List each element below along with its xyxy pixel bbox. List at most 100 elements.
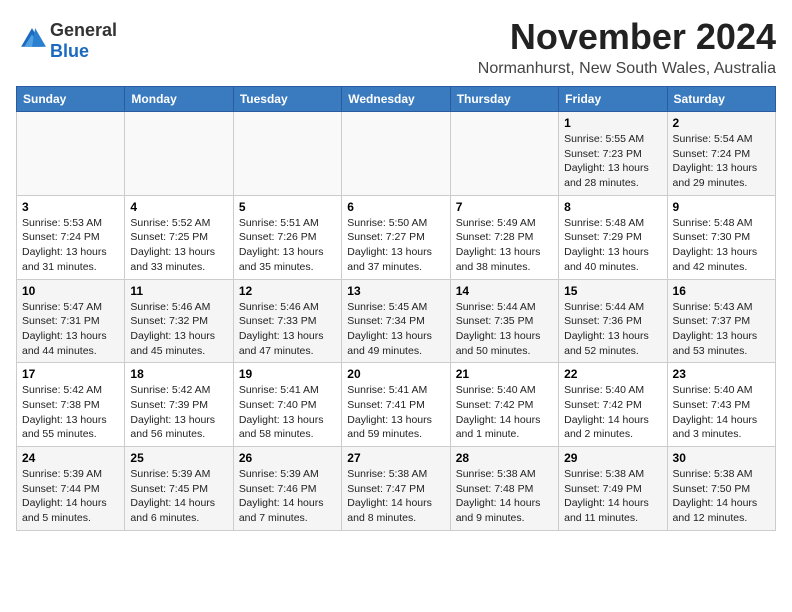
- logo: General Blue: [16, 20, 117, 62]
- day-number: 8: [564, 200, 661, 214]
- location-title: Normanhurst, New South Wales, Australia: [478, 60, 776, 78]
- calendar-day-cell: 22 Sunrise: 5:40 AMSunset: 7:42 PMDayligh…: [559, 363, 667, 447]
- day-info: Sunrise: 5:55 AMSunset: 7:23 PMDaylight:…: [564, 132, 661, 191]
- calendar-day-cell: 11 Sunrise: 5:46 AMSunset: 7:32 PMDayligh…: [125, 279, 233, 363]
- calendar-day-cell: 3Sunrise: 5:53 AMSunset: 7:24 PMDaylight…: [17, 195, 125, 279]
- calendar-day-cell: 28Sunrise: 5:38 AMSunset: 7:48 PMDayligh…: [450, 447, 558, 531]
- calendar-table: SundayMondayTuesdayWednesdayThursdayFrid…: [16, 86, 776, 531]
- calendar-day-cell: 10 Sunrise: 5:47 AMSunset: 7:31 PMDayligh…: [17, 279, 125, 363]
- day-number: 11: [130, 284, 227, 298]
- logo-icon: [18, 25, 46, 53]
- calendar-week-row: 1Sunrise: 5:55 AMSunset: 7:23 PMDaylight…: [17, 112, 776, 196]
- day-info: Sunrise: 5:39 AMSunset: 7:46 PMDaylight:…: [239, 467, 336, 526]
- day-number: 19: [239, 367, 336, 381]
- weekday-header: Saturday: [667, 87, 775, 112]
- day-number: 2: [673, 116, 770, 130]
- day-info: Sunrise: 5:54 AMSunset: 7:24 PMDaylight:…: [673, 132, 770, 191]
- day-info: Sunrise: 5:48 AMSunset: 7:30 PMDaylight:…: [673, 216, 770, 275]
- day-number: 6: [347, 200, 444, 214]
- day-info: Sunrise: 5:41 AMSunset: 7:40 PMDaylight:…: [239, 383, 336, 442]
- calendar-day-cell: [17, 112, 125, 196]
- day-info: Sunrise: 5:50 AMSunset: 7:27 PMDaylight:…: [347, 216, 444, 275]
- calendar-day-cell: 30 Sunrise: 5:38 AMSunset: 7:50 PMDayligh…: [667, 447, 775, 531]
- day-info: Sunrise: 5:38 AMSunset: 7:49 PMDaylight:…: [564, 467, 661, 526]
- calendar-header-row: SundayMondayTuesdayWednesdayThursdayFrid…: [17, 87, 776, 112]
- calendar-day-cell: [233, 112, 341, 196]
- day-number: 26: [239, 451, 336, 465]
- calendar-day-cell: [125, 112, 233, 196]
- day-info: Sunrise: 5:39 AMSunset: 7:44 PMDaylight:…: [22, 467, 119, 526]
- day-number: 18: [130, 367, 227, 381]
- calendar-day-cell: 26 Sunrise: 5:39 AMSunset: 7:46 PMDayligh…: [233, 447, 341, 531]
- calendar-day-cell: 4 Sunrise: 5:52 AMSunset: 7:25 PMDaylight…: [125, 195, 233, 279]
- day-number: 22: [564, 367, 661, 381]
- day-number: 16: [673, 284, 770, 298]
- calendar-week-row: 24 Sunrise: 5:39 AMSunset: 7:44 PMDayligh…: [17, 447, 776, 531]
- calendar-day-cell: 20 Sunrise: 5:41 AMSunset: 7:41 PMDayligh…: [342, 363, 450, 447]
- day-number: 4: [130, 200, 227, 214]
- day-info: Sunrise: 5:51 AMSunset: 7:26 PMDaylight:…: [239, 216, 336, 275]
- weekday-header: Sunday: [17, 87, 125, 112]
- day-info: Sunrise: 5:38 AMSunset: 7:47 PMDaylight:…: [347, 467, 444, 526]
- calendar-day-cell: 13 Sunrise: 5:45 AMSunset: 7:34 PMDayligh…: [342, 279, 450, 363]
- title-area: November 2024 Normanhurst, New South Wal…: [478, 16, 776, 78]
- day-number: 14: [456, 284, 553, 298]
- calendar-day-cell: 9 Sunrise: 5:48 AMSunset: 7:30 PMDaylight…: [667, 195, 775, 279]
- day-number: 30: [673, 451, 770, 465]
- day-number: 15: [564, 284, 661, 298]
- calendar-day-cell: 25Sunrise: 5:39 AMSunset: 7:45 PMDayligh…: [125, 447, 233, 531]
- calendar-day-cell: 15Sunrise: 5:44 AMSunset: 7:36 PMDayligh…: [559, 279, 667, 363]
- day-info: Sunrise: 5:42 AMSunset: 7:39 PMDaylight:…: [130, 383, 227, 442]
- day-number: 10: [22, 284, 119, 298]
- calendar-day-cell: 23Sunrise: 5:40 AMSunset: 7:43 PMDayligh…: [667, 363, 775, 447]
- day-number: 24: [22, 451, 119, 465]
- day-info: Sunrise: 5:40 AMSunset: 7:42 PMDaylight:…: [456, 383, 553, 442]
- calendar-week-row: 17Sunrise: 5:42 AMSunset: 7:38 PMDayligh…: [17, 363, 776, 447]
- calendar-week-row: 3Sunrise: 5:53 AMSunset: 7:24 PMDaylight…: [17, 195, 776, 279]
- day-info: Sunrise: 5:45 AMSunset: 7:34 PMDaylight:…: [347, 300, 444, 359]
- calendar-day-cell: [342, 112, 450, 196]
- day-info: Sunrise: 5:40 AMSunset: 7:43 PMDaylight:…: [673, 383, 770, 442]
- calendar-day-cell: 19 Sunrise: 5:41 AMSunset: 7:40 PMDayligh…: [233, 363, 341, 447]
- day-number: 5: [239, 200, 336, 214]
- calendar-day-cell: 18 Sunrise: 5:42 AMSunset: 7:39 PMDayligh…: [125, 363, 233, 447]
- calendar-day-cell: 7 Sunrise: 5:49 AMSunset: 7:28 PMDaylight…: [450, 195, 558, 279]
- weekday-header: Wednesday: [342, 87, 450, 112]
- calendar-day-cell: 27 Sunrise: 5:38 AMSunset: 7:47 PMDayligh…: [342, 447, 450, 531]
- calendar-day-cell: 6 Sunrise: 5:50 AMSunset: 7:27 PMDaylight…: [342, 195, 450, 279]
- day-info: Sunrise: 5:48 AMSunset: 7:29 PMDaylight:…: [564, 216, 661, 275]
- calendar-day-cell: [450, 112, 558, 196]
- weekday-header: Monday: [125, 87, 233, 112]
- day-number: 9: [673, 200, 770, 214]
- calendar-day-cell: 29 Sunrise: 5:38 AMSunset: 7:49 PMDayligh…: [559, 447, 667, 531]
- calendar-day-cell: 8 Sunrise: 5:48 AMSunset: 7:29 PMDaylight…: [559, 195, 667, 279]
- day-info: Sunrise: 5:47 AMSunset: 7:31 PMDaylight:…: [22, 300, 119, 359]
- day-number: 3: [22, 200, 119, 214]
- day-number: 29: [564, 451, 661, 465]
- calendar-week-row: 10 Sunrise: 5:47 AMSunset: 7:31 PMDayligh…: [17, 279, 776, 363]
- day-info: Sunrise: 5:38 AMSunset: 7:50 PMDaylight:…: [673, 467, 770, 526]
- calendar-day-cell: 17Sunrise: 5:42 AMSunset: 7:38 PMDayligh…: [17, 363, 125, 447]
- day-number: 27: [347, 451, 444, 465]
- day-number: 20: [347, 367, 444, 381]
- day-number: 7: [456, 200, 553, 214]
- day-info: Sunrise: 5:41 AMSunset: 7:41 PMDaylight:…: [347, 383, 444, 442]
- calendar-day-cell: 12Sunrise: 5:46 AMSunset: 7:33 PMDayligh…: [233, 279, 341, 363]
- month-title: November 2024: [478, 16, 776, 58]
- calendar-day-cell: 24 Sunrise: 5:39 AMSunset: 7:44 PMDayligh…: [17, 447, 125, 531]
- day-info: Sunrise: 5:46 AMSunset: 7:32 PMDaylight:…: [130, 300, 227, 359]
- calendar-day-cell: 2 Sunrise: 5:54 AMSunset: 7:24 PMDaylight…: [667, 112, 775, 196]
- weekday-header: Thursday: [450, 87, 558, 112]
- logo-general-text: General: [50, 20, 117, 41]
- day-info: Sunrise: 5:52 AMSunset: 7:25 PMDaylight:…: [130, 216, 227, 275]
- calendar-day-cell: 1Sunrise: 5:55 AMSunset: 7:23 PMDaylight…: [559, 112, 667, 196]
- day-info: Sunrise: 5:49 AMSunset: 7:28 PMDaylight:…: [456, 216, 553, 275]
- day-info: Sunrise: 5:43 AMSunset: 7:37 PMDaylight:…: [673, 300, 770, 359]
- day-info: Sunrise: 5:42 AMSunset: 7:38 PMDaylight:…: [22, 383, 119, 442]
- day-number: 13: [347, 284, 444, 298]
- day-info: Sunrise: 5:44 AMSunset: 7:35 PMDaylight:…: [456, 300, 553, 359]
- day-info: Sunrise: 5:40 AMSunset: 7:42 PMDaylight:…: [564, 383, 661, 442]
- weekday-header: Friday: [559, 87, 667, 112]
- day-info: Sunrise: 5:39 AMSunset: 7:45 PMDaylight:…: [130, 467, 227, 526]
- weekday-header: Tuesday: [233, 87, 341, 112]
